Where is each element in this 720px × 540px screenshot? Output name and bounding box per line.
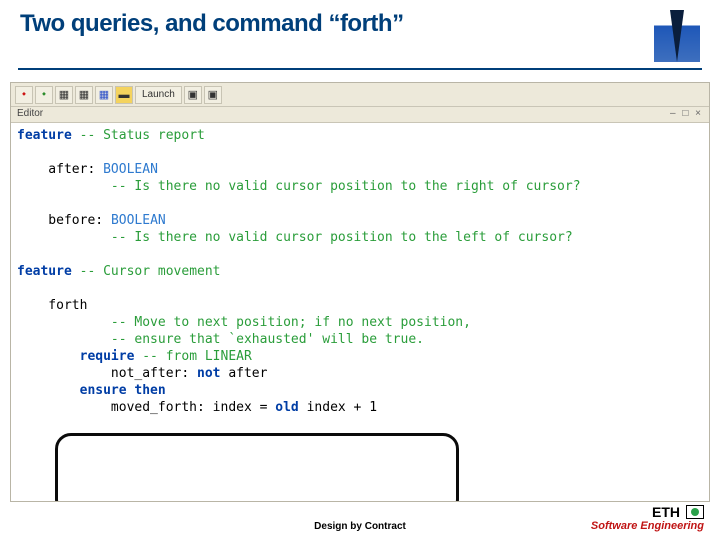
- contract-highlight-box: [55, 433, 459, 502]
- id-moved: moved_forth: index =: [17, 400, 275, 415]
- kw-feature-1: feature: [17, 128, 72, 143]
- ide-toolbar: ⬩ ⬩ ▦ ▦ ▦ ▬ Launch ▣ ▣: [11, 83, 709, 107]
- cm-linear: -- from LINEAR: [134, 349, 251, 364]
- id-forth: forth: [17, 298, 87, 313]
- toolbar-icon-4: ▦: [75, 86, 93, 104]
- toolbar-icon-6: ▬: [115, 86, 133, 104]
- ide-screenshot: ⬩ ⬩ ▦ ▦ ▦ ▬ Launch ▣ ▣ Editor – □ × feat…: [10, 82, 710, 502]
- toolbar-icon-7: ▣: [184, 86, 202, 104]
- kw-old: old: [275, 400, 298, 415]
- toolbar-icon-5: ▦: [95, 86, 113, 104]
- cm-move1: -- Move to next position; if no next pos…: [17, 315, 471, 330]
- ty-bool-1: BOOLEAN: [103, 162, 158, 177]
- id-before: before: [17, 213, 95, 228]
- id-index: index + 1: [299, 400, 377, 415]
- toolbar-icon-1: ⬩: [15, 86, 33, 104]
- editor-title: Editor: [17, 108, 43, 121]
- kw-feature-2: feature: [17, 264, 72, 279]
- se-text: Software Engineering: [591, 520, 704, 532]
- cm-status: -- Status report: [72, 128, 205, 143]
- ty-bool-2: BOOLEAN: [111, 213, 166, 228]
- footer-caption: Design by Contract: [314, 521, 406, 532]
- toolbar-icon-8: ▣: [204, 86, 222, 104]
- cm-before: -- Is there no valid cursor position to …: [17, 230, 573, 245]
- code-editor: feature -- Status report after: BOOLEAN …: [11, 123, 709, 501]
- cm-after: -- Is there no valid cursor position to …: [17, 179, 581, 194]
- editor-header: Editor – □ ×: [11, 107, 709, 123]
- colon-2: :: [95, 213, 111, 228]
- id-notafter: not_after:: [17, 366, 197, 381]
- kw-ensure: ensure then: [17, 383, 166, 398]
- cm-cursor: -- Cursor movement: [72, 264, 221, 279]
- cm-move2: -- ensure that `exhausted' will be true.: [17, 332, 424, 347]
- kw-require: require: [17, 349, 134, 364]
- se-globe-icon: [686, 505, 704, 519]
- window-controls: – □ ×: [670, 108, 703, 121]
- slide-footer: Design by Contract ETH Software Engineer…: [0, 504, 720, 532]
- eth-logo: ETH: [652, 504, 704, 520]
- eth-tower-logo: [654, 10, 700, 62]
- colon-1: :: [87, 162, 103, 177]
- id-after2: after: [221, 366, 268, 381]
- slide-title: Two queries, and command “forth”: [20, 10, 404, 38]
- title-underline: [18, 68, 702, 70]
- toolbar-icon-3: ▦: [55, 86, 73, 104]
- id-after: after: [17, 162, 87, 177]
- eth-text: ETH: [652, 504, 680, 520]
- toolbar-icon-2: ⬩: [35, 86, 53, 104]
- kw-not: not: [197, 366, 220, 381]
- launch-button: Launch: [135, 86, 182, 104]
